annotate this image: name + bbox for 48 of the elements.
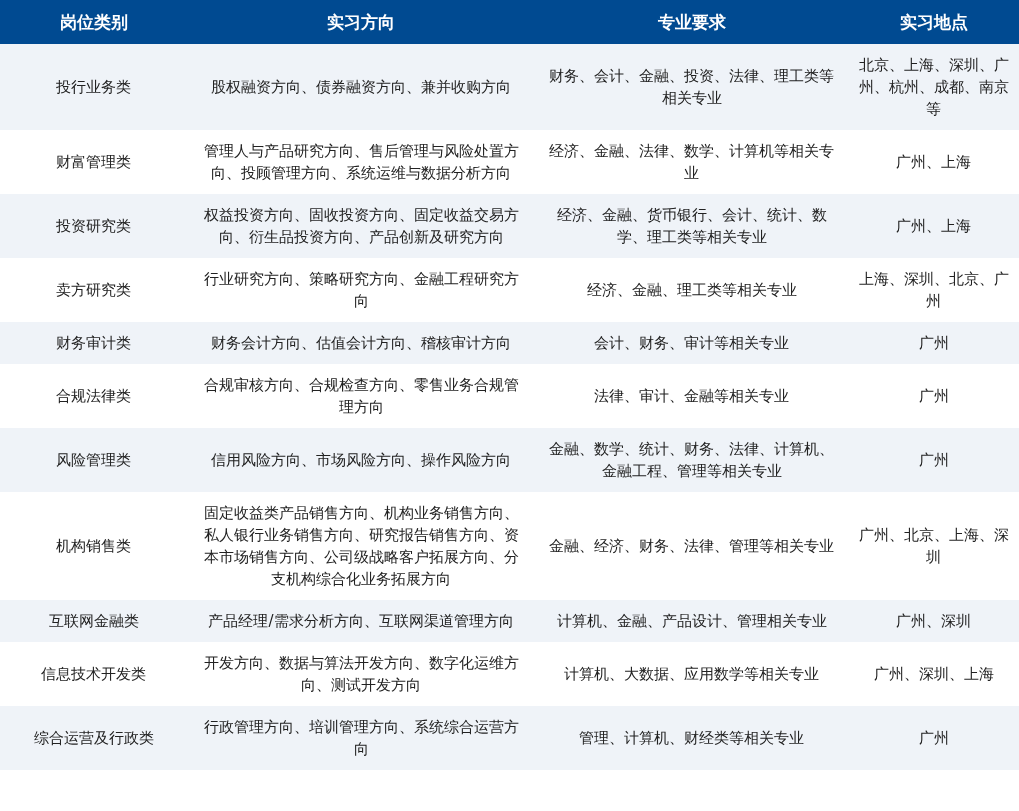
- table-cell: 固定收益类产品销售方向、机构业务销售方向、私人银行业务销售方向、研究报告销售方向、资本市场销售方向、公司级战略客户拓展方向、分支机构综合化业务拓展方向: [203, 504, 519, 588]
- table-cell: 广州、深圳: [896, 612, 971, 630]
- table-cell: 互联网金融类: [48, 612, 139, 630]
- table-cell: 开发方向、数据与算法开发方向、数字化运维方向、测试开发方向: [203, 654, 519, 694]
- table-cell: 管理人与产品研究方向、售后管理与风险处置方向、投顾管理方向、系统运维与数据分析方向: [203, 142, 519, 182]
- table-cell: 信用风险方向、市场风险方向、操作风险方向: [211, 451, 511, 469]
- table-cell: 行业研究方向、策略研究方向、金融工程研究方向: [203, 270, 519, 310]
- table-cell: 北京、上海、深圳、广州、杭州、成都、南京等: [858, 56, 1009, 118]
- table-cell: 金融、经济、财务、法律、管理等相关专业: [549, 537, 834, 555]
- table-cell: 机构销售类: [56, 537, 131, 555]
- table-cell: 投资研究类: [56, 217, 131, 235]
- table-cell: 会计、财务、审计等相关专业: [594, 334, 789, 352]
- table-cell: 股权融资方向、债券融资方向、兼并收购方向: [211, 78, 511, 96]
- table-cell: 财务、会计、金融、投资、法律、理工类等相关专业: [549, 67, 834, 107]
- column-header: 岗位类别: [59, 11, 128, 32]
- table-cell: 财富管理类: [56, 153, 131, 171]
- table-cell: 经济、金融、货币银行、会计、统计、数学、理工类等相关专业: [556, 206, 827, 246]
- table-cell: 投行业务类: [56, 78, 131, 96]
- table-cell: 信息技术开发类: [41, 665, 146, 683]
- column-header: 实习方向: [327, 11, 395, 32]
- table-cell: 广州: [918, 729, 949, 747]
- table-cell: 合规法律类: [56, 387, 131, 405]
- table-cell: 广州、北京、上海、深圳: [858, 526, 1009, 566]
- table-cell: 卖方研究类: [56, 281, 131, 299]
- table-cell: 管理、计算机、财经类等相关专业: [579, 729, 804, 747]
- table-cell: 行政管理方向、培训管理方向、系统综合运营方向: [203, 718, 519, 758]
- table-cell: 计算机、金融、产品设计、管理相关专业: [556, 612, 827, 630]
- table-cell: 风险管理类: [56, 451, 131, 469]
- table-cell: 综合运营及行政类: [33, 729, 154, 747]
- table-cell: 权益投资方向、固收投资方向、固定收益交易方向、衍生品投资方向、产品创新及研究方向: [203, 206, 519, 246]
- table-cell: 经济、金融、法律、数学、计算机等相关专业: [549, 142, 834, 182]
- table-cell: 财务会计方向、估值会计方向、稽核审计方向: [211, 334, 511, 352]
- table-cell: 法律、审计、金融等相关专业: [594, 387, 789, 405]
- table-cell: 财务审计类: [56, 334, 131, 352]
- table-cell: 广州: [918, 334, 949, 352]
- table-cell: 广州、上海: [896, 153, 971, 171]
- column-header: 专业要求: [657, 11, 726, 32]
- column-header: 实习地点: [899, 11, 968, 32]
- table-cell: 广州、深圳、上海: [873, 665, 994, 683]
- table-cell: 金融、数学、统计、财务、法律、计算机、金融工程、管理等相关专业: [549, 440, 834, 480]
- table-cell: 广州、上海: [896, 217, 971, 235]
- table-cell: 产品经理/需求分析方向、互联网渠道管理方向: [208, 612, 514, 630]
- table-cell: 上海、深圳、北京、广州: [858, 270, 1009, 310]
- table-cell: 经济、金融、理工类等相关专业: [586, 281, 797, 299]
- table-cell: 广州: [918, 387, 949, 405]
- table-cell: 计算机、大数据、应用数学等相关专业: [564, 665, 819, 683]
- table-cell: 广州: [918, 451, 949, 469]
- table-cell: 合规审核方向、合规检查方向、零售业务合规管理方向: [203, 376, 519, 416]
